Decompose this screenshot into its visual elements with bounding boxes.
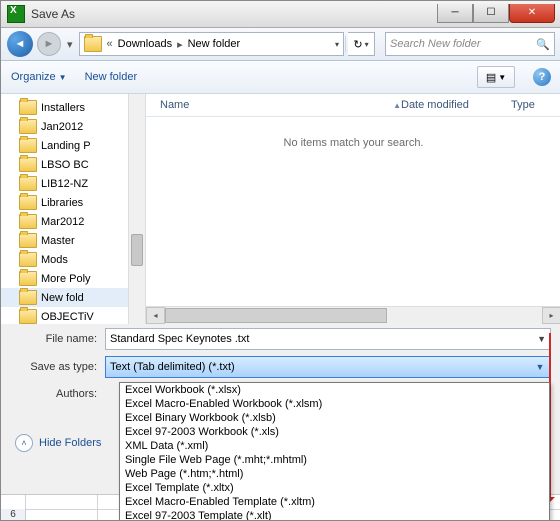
tree-item-label: OBJECTiV: [41, 311, 94, 323]
tree-item[interactable]: LIB12-NZ: [1, 174, 145, 193]
filetype-option[interactable]: Excel Macro-Enabled Template (*.xltm): [120, 495, 549, 509]
filename-dropdown-icon[interactable]: ▼: [537, 334, 546, 344]
filetype-option[interactable]: Excel Macro-Enabled Workbook (*.xlsm): [120, 397, 549, 411]
search-icon: 🔍: [536, 38, 550, 51]
tree-item-label: LBSO BC: [41, 159, 89, 171]
file-name-input[interactable]: Standard Spec Keynotes .txt ▼: [105, 328, 551, 350]
col-date[interactable]: Date modified: [401, 99, 511, 111]
collapse-icon: ˄: [15, 434, 33, 452]
dropdown-icon: ▼: [59, 73, 67, 82]
minimize-button[interactable]: ─: [437, 4, 473, 23]
filetype-option[interactable]: Excel Binary Workbook (*.xlsb): [120, 411, 549, 425]
empty-message: No items match your search.: [146, 117, 560, 306]
tree-item[interactable]: New fold: [1, 288, 145, 307]
excel-app-icon: [7, 5, 25, 23]
crumb-newfolder[interactable]: New folder: [188, 38, 241, 50]
search-placeholder: Search New folder: [390, 38, 481, 50]
tree-item-label: Landing P: [41, 140, 91, 152]
tree-scrollbar[interactable]: [128, 94, 145, 324]
save-as-type-dropdown-list[interactable]: Excel Workbook (*.xlsx)Excel Macro-Enabl…: [119, 382, 550, 521]
tree-item[interactable]: Mods: [1, 250, 145, 269]
tree-item[interactable]: Landing P: [1, 136, 145, 155]
tree-item[interactable]: Mar2012: [1, 212, 145, 231]
tree-item-label: New fold: [41, 292, 84, 304]
tree-item-label: Master: [41, 235, 75, 247]
folder-icon: [19, 138, 37, 153]
new-folder-button[interactable]: New folder: [85, 71, 138, 83]
close-button[interactable]: ✕: [509, 4, 555, 23]
crumb-expand-icon[interactable]: ▾: [335, 40, 339, 49]
file-name-label: File name:: [11, 333, 97, 345]
scroll-right-button[interactable]: ▸: [542, 307, 560, 324]
save-as-type-value: Text (Tab delimited) (*.txt): [110, 361, 235, 373]
col-name[interactable]: Name: [160, 99, 393, 111]
nav-history-dropdown[interactable]: ▾: [65, 38, 75, 51]
combo-dropdown-icon[interactable]: ▼: [532, 359, 548, 375]
chevron-icon: «: [104, 38, 116, 50]
maximize-button[interactable]: ☐: [473, 4, 509, 23]
filetype-option[interactable]: Excel 97-2003 Template (*.xlt): [120, 509, 549, 521]
scroll-left-button[interactable]: ◂: [146, 307, 165, 324]
folder-icon: [19, 214, 37, 229]
filetype-option[interactable]: XML Data (*.xml): [120, 439, 549, 453]
folder-icon: [19, 309, 37, 324]
filetype-option[interactable]: Single File Web Page (*.mht;*.mhtml): [120, 453, 549, 467]
folder-icon: [19, 100, 37, 115]
tree-item[interactable]: OBJECTiV: [1, 307, 145, 324]
file-name-value: Standard Spec Keynotes .txt: [110, 333, 249, 345]
tree-item[interactable]: Installers: [1, 98, 145, 117]
tree-item-label: Jan2012: [41, 121, 83, 133]
tree-item[interactable]: Libraries: [1, 193, 145, 212]
tree-item[interactable]: More Poly: [1, 269, 145, 288]
tree-item[interactable]: Jan2012: [1, 117, 145, 136]
crumb-downloads[interactable]: Downloads: [118, 38, 172, 50]
new-folder-label: New folder: [85, 71, 138, 83]
horizontal-scrollbar[interactable]: ◂ ▸: [146, 306, 560, 324]
hscroll-thumb[interactable]: [165, 308, 387, 323]
tree-item-label: Mar2012: [41, 216, 84, 228]
sort-indicator-icon: ▲: [393, 101, 401, 110]
tree-item[interactable]: LBSO BC: [1, 155, 145, 174]
save-as-type-combo[interactable]: Text (Tab delimited) (*.txt) ▼: [105, 356, 551, 378]
folder-icon: [19, 271, 37, 286]
tree-item-label: Mods: [41, 254, 68, 266]
folder-icon: [84, 36, 102, 52]
address-breadcrumb[interactable]: « Downloads ▸ New folder ▾: [79, 32, 344, 56]
filetype-option[interactable]: Web Page (*.htm;*.html): [120, 467, 549, 481]
folder-tree[interactable]: Installers Jan2012 Landing P LBSO BC LIB12-N…: [1, 94, 146, 324]
filetype-option[interactable]: Excel Workbook (*.xlsx): [120, 383, 549, 397]
folder-icon: [19, 233, 37, 248]
tree-item[interactable]: Master: [1, 231, 145, 250]
folder-icon: [19, 157, 37, 172]
window-title: Save As: [31, 7, 437, 21]
hide-folders-label: Hide Folders: [39, 437, 101, 449]
save-as-type-label: Save as type:: [11, 361, 97, 373]
help-icon[interactable]: ?: [533, 68, 551, 86]
row-header-6[interactable]: 6: [1, 509, 26, 521]
search-input[interactable]: Search New folder 🔍: [385, 32, 555, 56]
folder-icon: [19, 195, 37, 210]
folder-icon: [19, 119, 37, 134]
organize-menu[interactable]: Organize ▼: [11, 71, 67, 83]
tree-item-label: More Poly: [41, 273, 91, 285]
filetype-option[interactable]: Excel 97-2003 Workbook (*.xls): [120, 425, 549, 439]
view-options-button[interactable]: ▤ ▼: [477, 66, 515, 88]
refresh-button[interactable]: ↻▾: [348, 32, 375, 56]
nav-forward-button[interactable]: ►: [37, 32, 61, 56]
scrollbar-thumb[interactable]: [131, 234, 143, 266]
folder-icon: [19, 290, 37, 305]
authors-label: Authors:: [11, 388, 97, 400]
chevron-right-icon: ▸: [174, 38, 186, 51]
folder-icon: [19, 176, 37, 191]
tree-item-label: LIB12-NZ: [41, 178, 88, 190]
nav-back-button[interactable]: ◄: [7, 31, 33, 57]
tree-item-label: Libraries: [41, 197, 83, 209]
tree-item-label: Installers: [41, 102, 85, 114]
folder-icon: [19, 252, 37, 267]
filetype-option[interactable]: Excel Template (*.xltx): [120, 481, 549, 495]
organize-label: Organize: [11, 71, 56, 83]
column-headers[interactable]: Name ▲ Date modified Type: [146, 94, 560, 117]
col-type[interactable]: Type: [511, 99, 560, 111]
